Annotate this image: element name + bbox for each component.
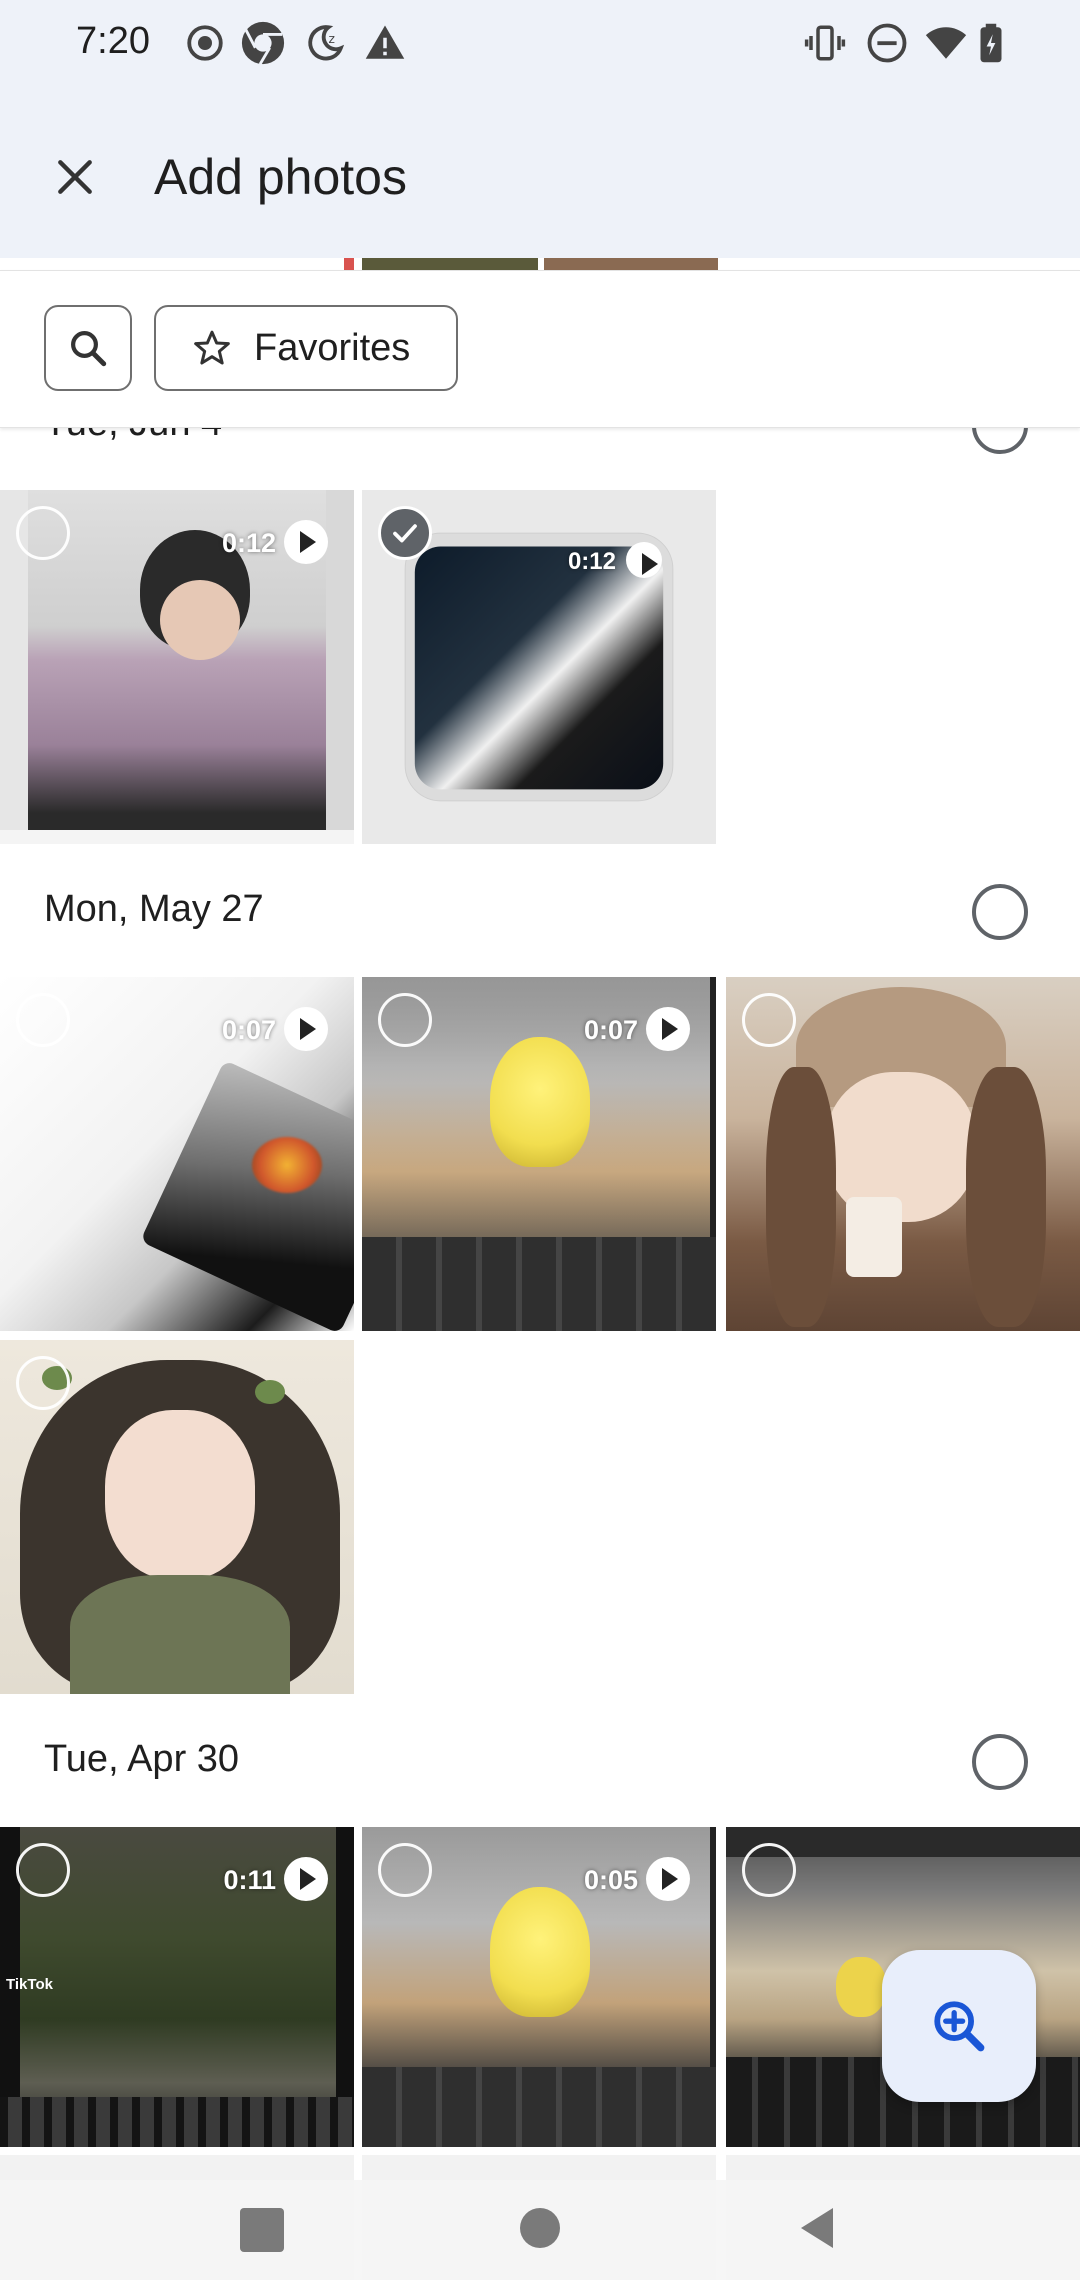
photo-content (0, 830, 354, 844)
video-thumbnail[interactable]: TikTok 0:11 (0, 1827, 354, 2147)
video-duration: 0:07 (583, 1015, 638, 1045)
video-duration: 0:07 (221, 1015, 276, 1045)
select-circle[interactable] (16, 993, 70, 1047)
play-icon (646, 1857, 690, 1901)
search-icon (71, 331, 107, 367)
favorites-label: Favorites (254, 326, 411, 369)
select-circle[interactable] (378, 993, 432, 1047)
photo-content (160, 580, 240, 660)
select-circle[interactable] (16, 506, 70, 560)
play-icon (284, 520, 328, 564)
photo-content (255, 1380, 285, 1404)
photo-thumbnail[interactable]: 0:12 (0, 490, 354, 844)
select-circle[interactable] (742, 993, 796, 1047)
photo-content (362, 1237, 716, 1331)
page-title: Add photos (154, 149, 407, 205)
wifi-icon (925, 27, 967, 59)
status-bar: 7:20 z (0, 0, 1080, 88)
filter-bar: Favorites (0, 270, 1080, 428)
select-circle[interactable] (742, 1843, 796, 1897)
photo-content (70, 1575, 290, 1694)
back-button[interactable] (796, 2204, 838, 2252)
chrome-icon (241, 21, 285, 65)
photo-thumbnail[interactable] (0, 1340, 354, 1694)
peek-strip (544, 258, 718, 270)
app-bar: Add photos (0, 88, 1080, 258)
close-icon (58, 160, 92, 194)
tiktok-watermark: TikTok (6, 1976, 53, 1993)
date-header: Tue, Apr 30 (44, 1738, 240, 1780)
star-icon (194, 330, 230, 365)
recents-button[interactable] (240, 2208, 284, 2252)
status-time: 7:20 (76, 20, 150, 62)
video-duration: 0:12 (221, 528, 276, 558)
peek-strip (344, 258, 354, 270)
photo-thumbnail[interactable] (726, 977, 1080, 1331)
photo-content (0, 2097, 354, 2147)
photo-content (105, 1410, 255, 1580)
select-date-button[interactable] (972, 884, 1028, 940)
zoom-button[interactable] (882, 1950, 1036, 2102)
photo-content (766, 1067, 836, 1327)
play-icon (646, 1007, 690, 1051)
video-thumbnail-selected[interactable]: 0:12 (362, 490, 716, 844)
select-circle[interactable] (16, 1356, 70, 1410)
video-thumbnail[interactable]: 0:05 (362, 1827, 716, 2147)
close-button[interactable] (40, 142, 110, 212)
play-icon (626, 542, 662, 578)
vibrate-icon (804, 25, 846, 61)
record-icon (187, 25, 223, 61)
select-circle[interactable] (378, 1843, 432, 1897)
select-circle[interactable] (16, 1843, 70, 1897)
photo-content (836, 1957, 886, 2017)
date-header: Mon, May 27 (44, 888, 264, 930)
photo-content (846, 1197, 902, 1277)
photo-content (966, 1067, 1046, 1327)
selected-check[interactable] (378, 506, 432, 560)
photo-content (490, 1037, 590, 1167)
video-duration: 0:11 (223, 1865, 276, 1895)
photo-content (490, 1887, 590, 2017)
select-date-button[interactable] (972, 1734, 1028, 1790)
video-thumbnail[interactable]: 0:07 (0, 977, 354, 1331)
photo-content (252, 1137, 322, 1193)
video-duration: 0:12 (567, 548, 616, 575)
play-icon (284, 1007, 328, 1051)
check-icon (393, 524, 417, 543)
moon-icon: z (308, 25, 345, 61)
photo-content (362, 2067, 716, 2147)
home-button[interactable] (520, 2208, 560, 2248)
zoom-in-icon (934, 2001, 985, 2052)
svg-text:z: z (329, 32, 335, 46)
peek-strip (362, 258, 538, 270)
favorites-chip[interactable]: Favorites (154, 305, 458, 391)
video-duration: 0:05 (583, 1865, 638, 1895)
play-icon (284, 1857, 328, 1901)
dnd-icon (867, 23, 907, 63)
search-chip[interactable] (44, 305, 132, 391)
photo-content (140, 1059, 354, 1331)
battery-icon (980, 23, 1002, 63)
video-thumbnail[interactable]: 0:07 (362, 977, 716, 1331)
alert-icon (365, 25, 405, 59)
photo-content (414, 546, 664, 790)
system-nav-bar (0, 2180, 1080, 2280)
